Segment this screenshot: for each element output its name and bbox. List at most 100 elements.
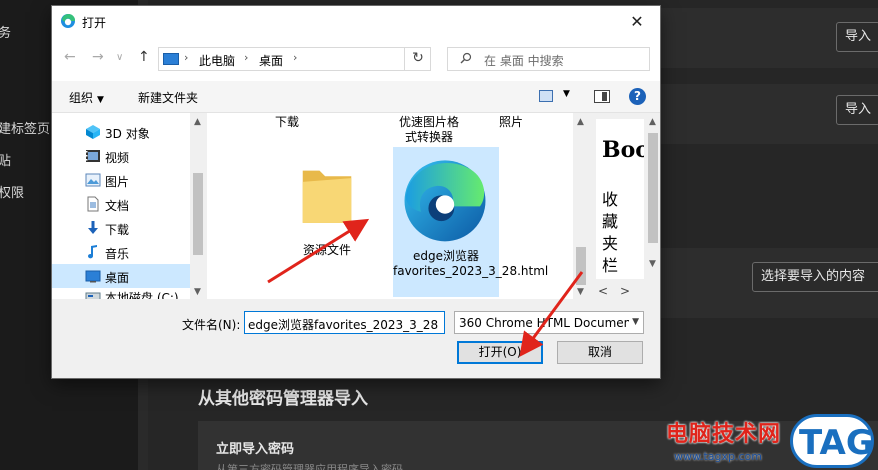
caret-down-icon: ▼ — [97, 95, 104, 105]
command-toolbar: 组织 ▼ 新建文件夹 ▼ ? — [52, 81, 660, 113]
music-icon — [88, 245, 97, 259]
import-button[interactable]: 导入 — [836, 95, 878, 125]
video-icon — [86, 150, 100, 162]
nav-item-music[interactable]: 音乐 — [52, 240, 190, 264]
folder-item[interactable]: 资源文件 — [277, 153, 377, 265]
3d-objects-icon — [86, 125, 100, 139]
folder-name: 资源文件 — [302, 243, 351, 257]
nav-item-desktop[interactable]: 桌面 — [52, 264, 190, 288]
breadcrumb-desktop[interactable]: 桌面 — [259, 52, 283, 69]
drive-icon — [85, 292, 101, 299]
nav-item-documents[interactable]: 文档 — [52, 192, 190, 216]
preview-body: 收藏夹栏 — [602, 190, 619, 275]
scrollbar-thumb[interactable] — [193, 173, 203, 255]
nav-item-label: 下载 — [105, 223, 130, 237]
scroll-right-icon[interactable]: > — [620, 284, 630, 298]
background-sidebar-item[interactable]: 务 — [0, 22, 11, 41]
open-button[interactable]: 打开(O) — [457, 341, 543, 364]
breadcrumb-separator[interactable]: › — [293, 51, 297, 64]
organize-menu[interactable]: 组织 ▼ — [69, 89, 104, 106]
file-label-photos[interactable]: 照片 — [491, 115, 531, 130]
close-button[interactable]: ✕ — [614, 6, 660, 37]
nav-item-label: 3D 对象 — [105, 127, 150, 141]
edge-icon — [404, 160, 486, 242]
edge-icon — [61, 13, 76, 28]
recent-locations-icon[interactable]: ∨ — [116, 52, 123, 63]
navigation-bar: ← → ∨ ↑ › 此电脑 › 桌面 › ↻ 在 桌面 中搜索 — [52, 37, 660, 81]
navigation-scrollbar[interactable]: ▲ ▼ — [190, 113, 206, 299]
nav-item-label: 图片 — [105, 175, 130, 189]
search-box[interactable]: 在 桌面 中搜索 — [447, 47, 650, 71]
watermark: 电脑技术网 www.tagxp.com TAG — [660, 412, 878, 470]
file-label-downloads[interactable]: 下载 — [267, 115, 307, 130]
help-icon[interactable]: ? — [629, 88, 646, 105]
new-folder-button[interactable]: 新建文件夹 — [138, 89, 198, 106]
html-file-item[interactable]: edge浏览器favorites_2023_3_28.html — [393, 147, 549, 297]
scroll-up-icon[interactable]: ▲ — [577, 117, 584, 127]
section-heading: 从其他密码管理器导入 — [198, 389, 368, 409]
view-options-icon[interactable] — [539, 90, 553, 102]
up-arrow-icon[interactable]: ↑ — [138, 49, 150, 65]
nav-item-label: 视频 — [105, 151, 130, 165]
nav-item-local-disk[interactable]: 本地磁盘 (C:) — [52, 288, 190, 299]
dialog-title: 打开 — [82, 16, 107, 30]
background-sidebar-item[interactable]: 建标签页 — [0, 118, 50, 137]
chevron-down-icon: ▼ — [629, 317, 639, 327]
scrollbar-thumb[interactable] — [576, 247, 586, 285]
nav-item-pictures[interactable]: 图片 — [52, 168, 190, 192]
search-icon — [460, 52, 472, 64]
forward-arrow-icon[interactable]: → — [92, 49, 104, 65]
nav-item-label: 本地磁盘 (C:) — [105, 291, 179, 299]
search-placeholder: 在 桌面 中搜索 — [484, 54, 564, 68]
nav-item-downloads[interactable]: 下载 — [52, 216, 190, 240]
nav-item-label: 桌面 — [105, 271, 130, 285]
import-button[interactable]: 导入 — [836, 22, 878, 52]
scroll-up-icon[interactable]: ▲ — [649, 117, 656, 127]
scroll-down-icon[interactable]: ▼ — [577, 287, 584, 297]
watermark-tag: TAG — [799, 423, 874, 463]
card-title: 立即导入密码 — [216, 442, 295, 457]
file-label-converter[interactable]: 优速图片格式转换器 — [397, 115, 461, 145]
html-file-name: edge浏览器favorites_2023_3_28.html — [393, 249, 549, 278]
filetype-select[interactable]: 360 Chrome HTML Document ▼ — [454, 311, 644, 334]
preview-title: Boo — [602, 137, 644, 163]
file-list-scrollbar[interactable]: ▲ ▼ — [573, 113, 589, 299]
file-list: 下载 优速图片格式转换器 照片 资源文件 edge浏览器favorites_20… — [207, 113, 589, 299]
documents-icon — [87, 196, 99, 212]
preview-scrollbar[interactable]: ▲ ▼ — [646, 113, 660, 299]
scroll-up-icon[interactable]: ▲ — [194, 117, 201, 127]
filename-input[interactable]: edge浏览器favorites_2023_3_28 — [244, 311, 445, 334]
address-bar[interactable]: › 此电脑 › 桌面 › — [158, 47, 431, 71]
background-sidebar-item[interactable]: 贴 — [0, 150, 11, 169]
preview-pane: Boo 收藏夹栏 ▲ ▼ < > — [590, 113, 660, 299]
back-arrow-icon[interactable]: ← — [64, 49, 76, 65]
scroll-left-icon[interactable]: < — [598, 284, 608, 298]
preview-pane-icon[interactable] — [594, 90, 610, 103]
background-sidebar-item[interactable]: 权限 — [0, 182, 24, 201]
caret-down-icon[interactable]: ▼ — [563, 89, 570, 99]
watermark-url: www.tagxp.com — [674, 450, 762, 463]
refresh-icon[interactable]: ↻ — [404, 47, 431, 71]
scroll-down-icon[interactable]: ▼ — [649, 259, 656, 269]
open-file-dialog: 打开 ✕ ← → ∨ ↑ › 此电脑 › 桌面 › ↻ 在 桌面 中搜索 组织 ▼… — [52, 6, 660, 378]
nav-item-videos[interactable]: 视频 — [52, 144, 190, 168]
scroll-down-icon[interactable]: ▼ — [194, 287, 201, 297]
nav-item-label: 音乐 — [105, 247, 130, 261]
card-subtitle: 从第三方密码管理器应用程序导入密码 — [216, 463, 403, 470]
dialog-titlebar: 打开 ✕ — [52, 6, 660, 37]
cancel-button[interactable]: 取消 — [557, 341, 643, 364]
navigation-pane: 3D 对象 视频 图片 文档 下载 音乐 桌面 本地磁盘 (C:) ▲ ▼ — [52, 113, 206, 299]
filetype-value: 360 Chrome HTML Document — [459, 316, 636, 330]
watermark-text: 电脑技术网 — [666, 422, 782, 447]
downloads-icon — [88, 221, 98, 234]
breadcrumb-this-pc[interactable]: 此电脑 — [199, 52, 235, 69]
nav-item-label: 文档 — [105, 199, 130, 213]
breadcrumb-separator[interactable]: › — [244, 51, 248, 64]
scrollbar-thumb[interactable] — [648, 133, 658, 243]
breadcrumb-separator[interactable]: › — [184, 51, 188, 64]
nav-item-3d-objects[interactable]: 3D 对象 — [52, 120, 190, 144]
desktop-icon — [85, 270, 101, 283]
filename-value: edge浏览器favorites_2023_3_28 — [248, 318, 439, 332]
this-pc-icon — [163, 53, 179, 65]
choose-content-dropdown[interactable]: 选择要导入的内容 — [752, 262, 878, 292]
